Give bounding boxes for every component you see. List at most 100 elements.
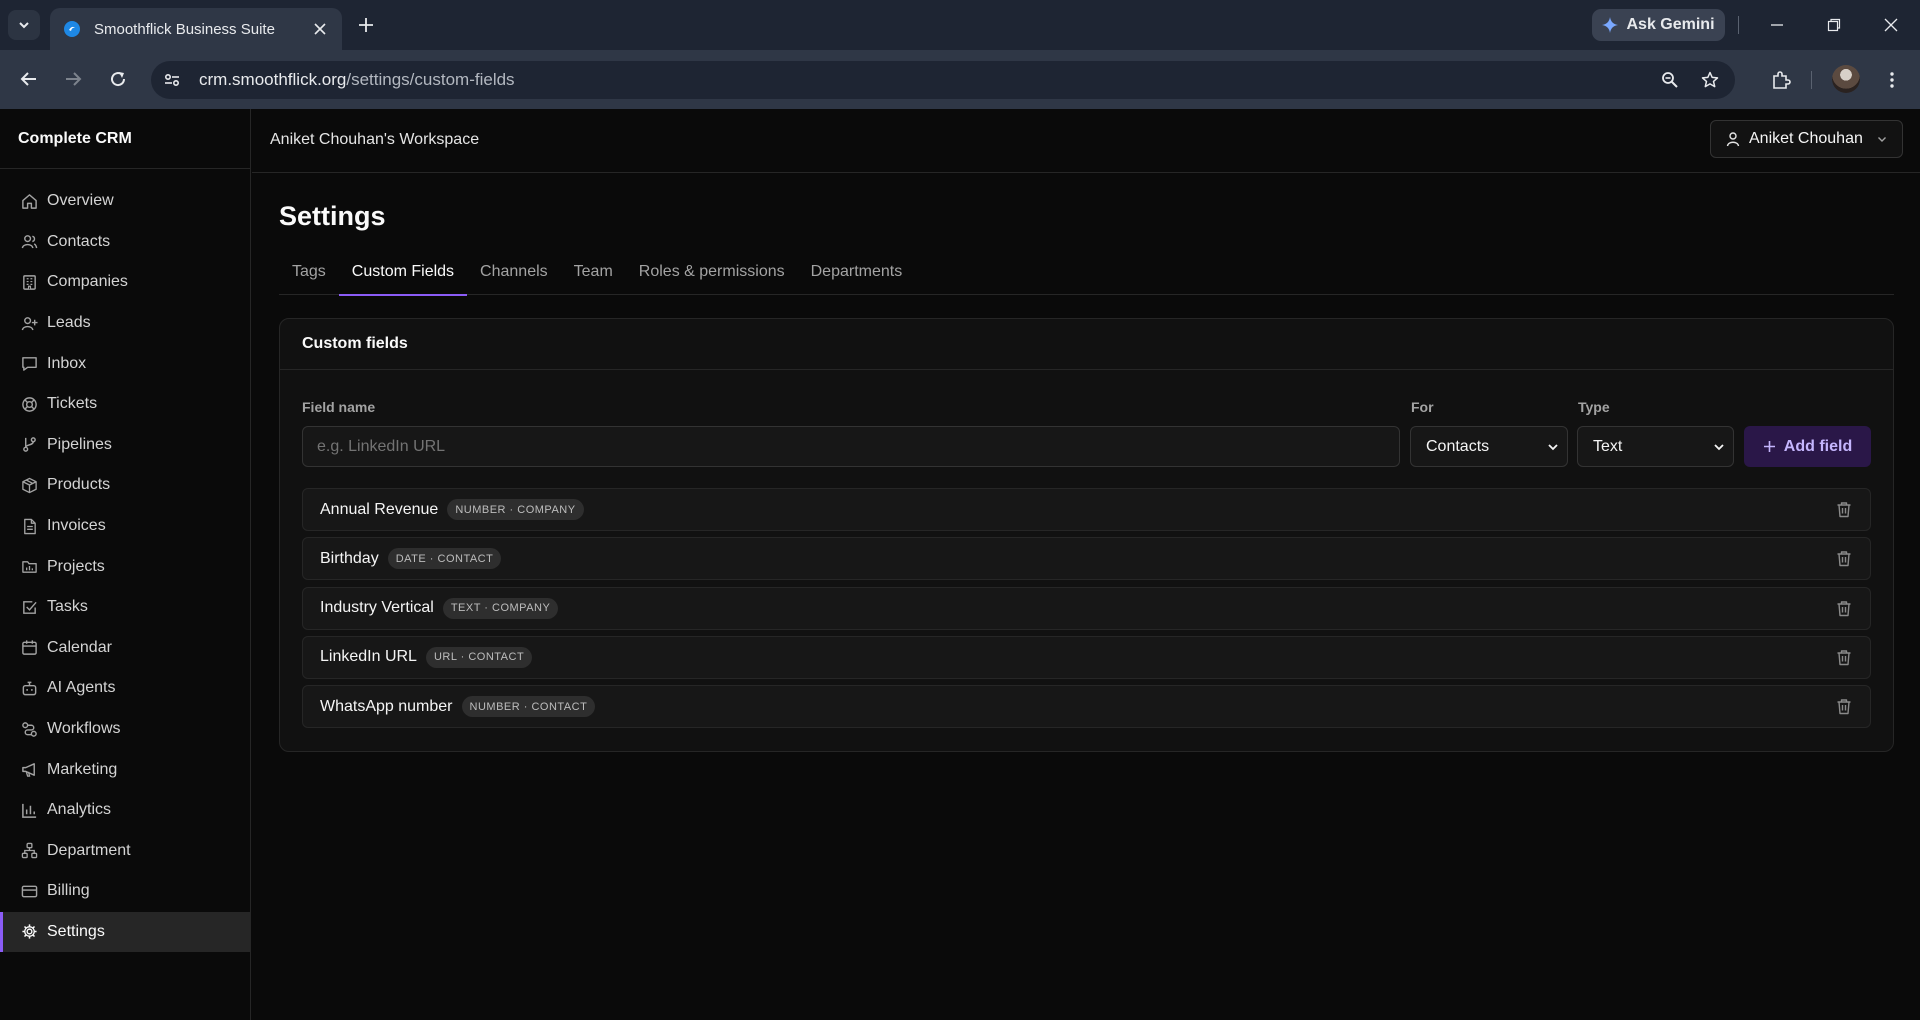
sidebar-item-pipelines[interactable]: Pipelines: [0, 425, 250, 466]
add-field-button[interactable]: Add field: [1744, 426, 1871, 467]
sidebar-item-products[interactable]: Products: [0, 465, 250, 506]
user-plus-icon: [20, 314, 38, 332]
user-menu-button[interactable]: Aniket Chouhan: [1710, 120, 1903, 158]
tab-tags[interactable]: Tags: [279, 252, 339, 294]
app-header: Aniket Chouhan's Workspace Aniket Chouha…: [252, 109, 1920, 173]
tab-channels[interactable]: Channels: [467, 252, 561, 294]
user-name: Aniket Chouhan: [1749, 130, 1863, 147]
sidebar-item-inbox[interactable]: Inbox: [0, 343, 250, 384]
bookmark-star-icon[interactable]: [1695, 65, 1725, 95]
sidebar-item-calendar[interactable]: Calendar: [0, 628, 250, 669]
divider: [1738, 16, 1739, 34]
tab-custom-fields[interactable]: Custom Fields: [338, 252, 468, 296]
extensions-button[interactable]: [1766, 65, 1796, 95]
field-name: Annual Revenue: [320, 500, 439, 518]
trash-icon[interactable]: [1834, 697, 1854, 717]
sidebar-item-label: Companies: [47, 273, 128, 291]
workflow-icon: [20, 720, 38, 738]
network-icon: [20, 842, 38, 860]
trash-icon[interactable]: [1834, 500, 1854, 520]
sidebar-item-analytics[interactable]: Analytics: [0, 790, 250, 831]
url-path: /settings/custom-fields: [346, 70, 515, 89]
tab-team[interactable]: Team: [561, 252, 626, 294]
calendar-icon: [20, 639, 38, 657]
type-select-value: Text: [1593, 437, 1623, 455]
browser-tab[interactable]: Smoothflick Business Suite: [50, 8, 342, 50]
browser-menu-button[interactable]: [1877, 65, 1907, 95]
type-select[interactable]: Text: [1577, 426, 1734, 467]
sidebar-item-billing[interactable]: Billing: [0, 871, 250, 912]
new-tab-button[interactable]: [353, 12, 379, 38]
site-info-icon[interactable]: [157, 65, 187, 95]
sidebar-item-invoices[interactable]: Invoices: [0, 506, 250, 547]
reload-button[interactable]: [103, 64, 133, 94]
restore-window-button[interactable]: [1822, 13, 1846, 37]
list-item: LinkedIn URL URL · CONTACT: [302, 635, 1871, 679]
sidebar-item-companies[interactable]: Companies: [0, 262, 250, 303]
add-field-label: Add field: [1783, 437, 1853, 455]
minimize-window-button[interactable]: [1765, 13, 1789, 37]
address-bar[interactable]: crm.smoothflick.org/settings/custom-fiel…: [151, 61, 1735, 99]
type-label: Type: [1578, 399, 1610, 415]
reload-icon: [111, 72, 126, 87]
sidebar-item-marketing[interactable]: Marketing: [0, 749, 250, 790]
sidebar-item-label: Overview: [47, 192, 114, 210]
sidebar-item-ai-agents[interactable]: AI Agents: [0, 668, 250, 709]
sidebar-item-label: Pipelines: [47, 435, 112, 453]
trash-icon[interactable]: [1834, 598, 1854, 618]
sidebar-item-label: Products: [47, 476, 111, 494]
sidebar-item-tickets[interactable]: Tickets: [0, 384, 250, 425]
field-name: Industry Vertical: [320, 599, 434, 617]
minimize-icon: [1771, 24, 1783, 26]
sidebar-item-workflows[interactable]: Workflows: [0, 709, 250, 750]
add-field-form: Field name For Type Contacts Text Add fi…: [280, 370, 1893, 488]
chevron-down-icon: [1547, 441, 1559, 453]
sidebar-item-label: Leads: [47, 314, 91, 332]
custom-fields-list: Annual Revenue NUMBER · COMPANY Birthday…: [280, 488, 1893, 729]
arrow-left-icon: [20, 72, 36, 86]
sidebar-item-tasks[interactable]: Tasks: [0, 587, 250, 628]
sidebar-item-contacts[interactable]: Contacts: [0, 222, 250, 263]
list-item: WhatsApp number NUMBER · CONTACT: [302, 685, 1871, 729]
sidebar-item-overview[interactable]: Overview: [0, 181, 250, 222]
check-square-icon: [20, 598, 38, 616]
message-icon: [20, 355, 38, 373]
ask-gemini-label: Ask Gemini: [1626, 16, 1715, 33]
close-window-button[interactable]: [1879, 13, 1903, 37]
tab-search-button[interactable]: [8, 10, 40, 40]
plus-icon: [1763, 440, 1776, 453]
sidebar-item-leads[interactable]: Leads: [0, 303, 250, 344]
custom-fields-card: Custom fields Field name For Type Contac…: [279, 318, 1894, 752]
for-select[interactable]: Contacts: [1410, 426, 1568, 467]
card-title: Custom fields: [280, 319, 1893, 370]
sidebar-item-label: Workflows: [47, 720, 121, 738]
sidebar-item-label: Inbox: [47, 354, 87, 372]
file-text-icon: [20, 517, 38, 535]
favicon-icon: [64, 21, 80, 37]
profile-avatar[interactable]: [1832, 65, 1860, 93]
sidebar-item-label: Marketing: [47, 760, 118, 778]
tab-roles-permissions[interactable]: Roles & permissions: [626, 252, 798, 294]
lifebuoy-icon: [20, 395, 38, 413]
ask-gemini-button[interactable]: Ask Gemini: [1592, 9, 1725, 41]
puzzle-icon: [1773, 71, 1791, 89]
back-button[interactable]: [14, 64, 44, 94]
close-tab-icon[interactable]: [310, 19, 330, 39]
forward-button[interactable]: [58, 64, 88, 94]
sidebar-item-projects[interactable]: Projects: [0, 546, 250, 587]
url-host: crm.smoothflick.org: [199, 70, 347, 89]
page-title: Settings: [279, 201, 386, 231]
sidebar-item-label: Billing: [47, 882, 90, 900]
building-icon: [20, 273, 38, 291]
kebab-menu-icon: [1890, 72, 1894, 88]
zoom-icon[interactable]: [1655, 65, 1685, 95]
trash-icon[interactable]: [1834, 647, 1854, 667]
trash-icon[interactable]: [1834, 549, 1854, 569]
sidebar-item-settings[interactable]: Settings: [0, 911, 250, 953]
sidebar-item-department[interactable]: Department: [0, 831, 250, 872]
tab-departments[interactable]: Departments: [798, 252, 916, 294]
field-name-input[interactable]: [302, 426, 1400, 467]
gear-icon: [20, 923, 38, 941]
arrow-right-icon: [66, 72, 82, 86]
sidebar-item-label: Contacts: [47, 232, 111, 250]
